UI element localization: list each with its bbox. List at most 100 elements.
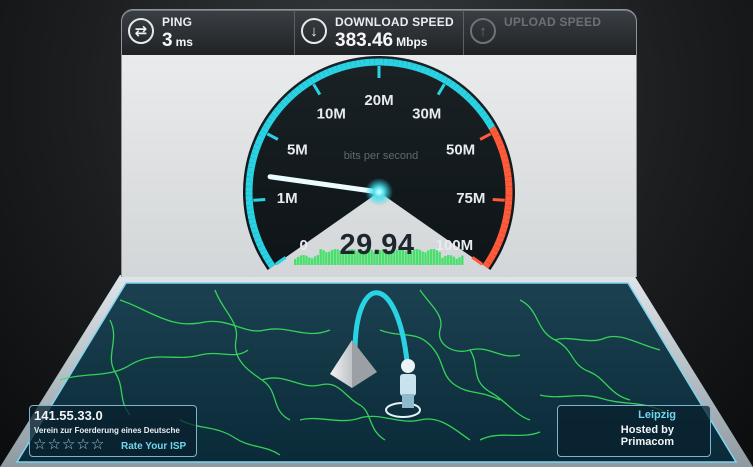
- gauge-arc-segment: [273, 106, 283, 115]
- gauge-arc-segment: [327, 67, 335, 76]
- gauge-arc-segment: [489, 248, 499, 257]
- gauge-arc-segment: [350, 60, 357, 69]
- throughput-bar: [435, 250, 438, 265]
- gauge-scale-label: 10M: [317, 105, 346, 122]
- gauge-arc-segment: [493, 134, 502, 142]
- gauge-arc-segment: [410, 62, 418, 71]
- throughput-bar: [294, 259, 297, 265]
- server-host: Hosted by Primacom: [621, 424, 674, 448]
- gauge-arc-segment: [279, 99, 289, 108]
- gauge-arc-segment: [257, 244, 266, 252]
- gauge-arc-segment: [297, 83, 306, 92]
- gauge-arc-segment: [252, 231, 261, 239]
- isp-name: Verein zur Foerderung eines Deutsche: [34, 426, 180, 435]
- gauge-arc-segment: [406, 61, 413, 70]
- rating-star-icon[interactable]: ☆: [33, 437, 46, 452]
- throughput-bar: [313, 256, 317, 265]
- throughput-bar: [299, 255, 302, 265]
- gauge-arc-segment: [340, 62, 348, 71]
- gauge-arc-segment: [499, 152, 508, 160]
- gauge-arc-segment: [440, 75, 449, 84]
- gauge-arc-segment: [463, 92, 472, 101]
- gauge-arc-segment: [249, 222, 258, 230]
- rating-star-icon[interactable]: ☆: [62, 437, 75, 452]
- gauge-scale-label: 1M: [277, 190, 298, 207]
- rating-star-icon[interactable]: ☆: [91, 437, 104, 452]
- gauge-arc-segment: [501, 157, 510, 164]
- gauge-arc-segment: [293, 86, 303, 95]
- throughput-bar: [444, 255, 447, 265]
- ping-label: PING: [162, 15, 193, 29]
- server-city[interactable]: Leipzig: [638, 409, 676, 421]
- gauge-arc-segment: [250, 152, 259, 160]
- gauge-arc-segment: [301, 80, 310, 89]
- gauge-arc-segment: [452, 83, 461, 92]
- gauge-scale-label: 0: [299, 237, 307, 254]
- gauge-arc-segment: [259, 248, 269, 257]
- gauge-arc-segment: [419, 65, 427, 74]
- throughput-bar: [302, 255, 305, 265]
- gauge-arc-segment: [313, 73, 322, 82]
- upload-arrow-icon: ↑: [470, 18, 496, 44]
- rate-isp-link[interactable]: Rate Your ISP: [121, 441, 186, 452]
- gauge-arc-segment: [246, 171, 254, 178]
- throughput-bar: [455, 258, 458, 265]
- gauge-arc-segment: [331, 65, 339, 74]
- gauge-arc-segment: [487, 252, 497, 261]
- metrics-bar: ⇄ PING 3 ms ↓ DOWNLOAD SPEED 383.46 Mbps ↑…: [121, 9, 637, 56]
- gauge-arc-segment: [276, 102, 286, 111]
- gauge-arc-segment: [283, 95, 292, 104]
- throughput-bar: [441, 257, 444, 265]
- gauge-arc-segment: [345, 61, 352, 70]
- ip-address: 141.55.33.0: [34, 408, 103, 423]
- gauge-arc-segment: [498, 148, 507, 155]
- throughput-bar: [308, 257, 311, 265]
- throughput-bar: [311, 258, 314, 265]
- gauge-arc-segment: [484, 117, 493, 126]
- throughput-bar: [449, 255, 453, 265]
- gauge-tick: [492, 197, 505, 202]
- rating-star-icon[interactable]: ☆: [76, 437, 89, 452]
- throughput-bar: [316, 255, 319, 265]
- gauge-arc-segment: [486, 121, 496, 130]
- hosted-by-label: Hosted by: [620, 424, 674, 436]
- ping-number: 3: [162, 30, 173, 51]
- upload-metric: ↑ UPLOAD SPEED: [464, 10, 636, 56]
- gauge-arc-segment: [260, 126, 270, 134]
- gauge-arc-segment: [265, 117, 274, 126]
- gauge-arc-segment: [401, 60, 408, 69]
- gauge-arc-segment: [252, 143, 262, 151]
- gauge-arc-segment: [290, 89, 299, 98]
- gauge-arc-segment: [444, 77, 453, 87]
- gauge-arc-segment: [436, 73, 445, 82]
- gauge-arc-segment: [492, 244, 501, 252]
- gauge-arc-segment: [264, 256, 273, 265]
- throughput-bar: [452, 256, 455, 265]
- isp-rating-stars[interactable]: ☆ ☆ ☆ ☆ ☆: [33, 437, 104, 452]
- gauge-arc-segment: [250, 227, 259, 234]
- gauge-arc-segment: [497, 231, 506, 239]
- gauge-arc-segment: [261, 252, 271, 261]
- download-metric: ↓ DOWNLOAD SPEED 383.46 Mbps: [294, 10, 464, 56]
- gauge-arc-segment: [318, 71, 326, 80]
- gauge-arc-segment: [448, 80, 457, 89]
- rating-star-icon[interactable]: ☆: [47, 437, 60, 452]
- gauge-arc-segment: [397, 59, 404, 68]
- throughput-bar: [461, 255, 464, 265]
- gauge-arc-segment: [466, 95, 475, 104]
- gauge-arc-segment: [392, 59, 399, 67]
- throughput-bar: [438, 252, 441, 265]
- speedtest-app: ⇄ PING 3 ms ↓ DOWNLOAD SPEED 383.46 Mbps ↑…: [0, 0, 753, 467]
- gauge-arc-segment: [432, 71, 440, 80]
- gauge-arc-segment: [322, 69, 330, 78]
- gauge-arc-segment: [423, 67, 431, 76]
- gauge-scale-label: 75M: [456, 190, 485, 207]
- host-name: Primacom: [620, 436, 674, 448]
- gauge-arc-segment: [499, 227, 508, 234]
- gauge-arc-segment: [488, 126, 498, 134]
- gauge-scale-label: 5M: [287, 142, 308, 159]
- gauge-arc-segment: [503, 166, 511, 173]
- gauge-arc-segment: [247, 166, 255, 173]
- throughput-bar: [447, 255, 450, 265]
- ping-arrows-icon: ⇄: [128, 18, 154, 44]
